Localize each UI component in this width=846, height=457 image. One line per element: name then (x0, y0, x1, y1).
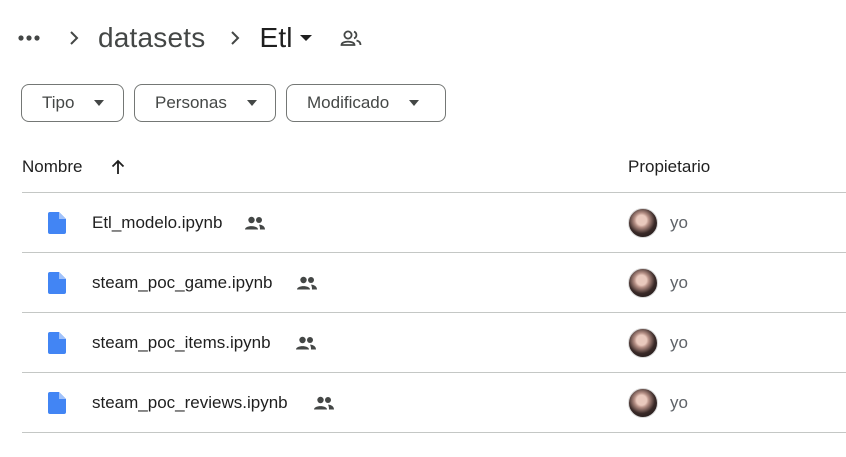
filter-label: Personas (155, 93, 227, 112)
file-name[interactable]: steam_poc_items.ipynb (92, 333, 271, 353)
file-name[interactable]: steam_poc_reviews.ipynb (92, 393, 288, 413)
doc-file-icon (48, 331, 66, 354)
breadcrumb-parent[interactable]: datasets (98, 22, 205, 54)
people-icon (296, 336, 316, 349)
owner-name: yo (670, 212, 688, 232)
filter-label: Tipo (42, 93, 75, 112)
people-icon (314, 396, 334, 409)
avatar (628, 387, 658, 418)
owner-name: yo (670, 392, 688, 412)
doc-file-icon (48, 391, 66, 414)
people-outline-icon (339, 26, 363, 50)
arrow-drop-down-icon (246, 99, 259, 107)
owner-cell: yo (628, 327, 688, 358)
breadcrumb-current-label: Etl (259, 22, 293, 53)
table-header: Nombre Propietario (22, 142, 846, 193)
filter-personas-button[interactable]: Personas (134, 84, 276, 122)
people-icon (297, 276, 317, 289)
more-horiz-icon[interactable] (14, 18, 44, 58)
arrow-drop-down-icon (94, 99, 106, 107)
owner-name: yo (670, 332, 688, 352)
owner-name: yo (670, 272, 688, 292)
column-header-name-label: Nombre (22, 157, 83, 176)
chevron-right-icon (62, 26, 86, 50)
file-row[interactable]: steam_poc_game.ipynb yo (22, 253, 846, 313)
breadcrumb: datasets Etl (14, 14, 363, 62)
avatar (628, 267, 658, 298)
file-name[interactable]: Etl_modelo.ipynb (92, 213, 222, 233)
arrow-drop-down-icon (299, 28, 319, 48)
chevron-right-icon (223, 26, 247, 50)
doc-file-icon (48, 211, 66, 234)
file-list: Etl_modelo.ipynb yo steam_poc_game.ipynb… (22, 193, 846, 433)
file-name[interactable]: steam_poc_game.ipynb (92, 273, 273, 293)
avatar (628, 207, 658, 238)
arrow-drop-down-icon (409, 99, 421, 107)
owner-cell: yo (628, 387, 688, 418)
filter-tipo-button[interactable]: Tipo (21, 84, 124, 122)
file-row[interactable]: steam_poc_reviews.ipynb yo (22, 373, 846, 433)
filter-label: Modificado (307, 93, 390, 112)
arrow-upward-icon[interactable] (108, 157, 128, 177)
filter-bar: Tipo Personas Modificado (21, 84, 446, 122)
column-header-name[interactable]: Nombre (22, 157, 128, 177)
owner-cell: yo (628, 207, 688, 238)
owner-cell: yo (628, 267, 688, 298)
doc-file-icon (48, 271, 66, 294)
filter-modificado-button[interactable]: Modificado (286, 84, 446, 122)
breadcrumb-current-folder[interactable]: Etl (259, 22, 318, 54)
avatar (628, 327, 658, 358)
file-row[interactable]: steam_poc_items.ipynb yo (22, 313, 846, 373)
file-row[interactable]: Etl_modelo.ipynb yo (22, 193, 846, 253)
column-header-owner[interactable]: Propietario (628, 157, 710, 177)
people-icon (245, 216, 265, 229)
